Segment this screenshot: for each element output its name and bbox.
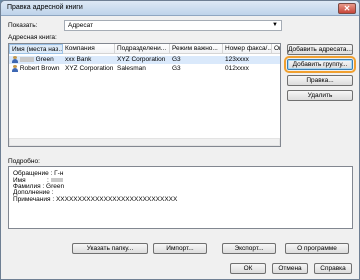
department-cell: Salesman bbox=[117, 65, 146, 72]
name-text: Green bbox=[35, 56, 54, 63]
help-button[interactable]: Справка bbox=[314, 263, 352, 274]
close-button[interactable]: ✕ bbox=[338, 3, 356, 14]
export-button[interactable]: Экспорт... bbox=[222, 243, 276, 254]
mode-cell: G3 bbox=[172, 56, 181, 63]
name-text: Robert Brown bbox=[19, 65, 60, 72]
details-label: Подробно: bbox=[8, 158, 40, 165]
department-cell: XYZ Corporation bbox=[117, 56, 166, 63]
detail-notes: Примечания : XXXXXXXXXXXXXXXXXXXXXXXXXXX… bbox=[13, 196, 178, 203]
fax-cell: 012xxxx bbox=[225, 65, 249, 72]
chevron-down-icon: ▼ bbox=[272, 22, 278, 28]
details-panel: Обращение : Г-н Имя : Фамилия : Green До… bbox=[8, 166, 353, 229]
horizontal-scrollbar[interactable] bbox=[9, 138, 280, 146]
fax-cell: 123xxxx bbox=[225, 56, 249, 63]
title-bar: Правка адресной книги ✕ bbox=[1, 1, 359, 16]
table-row[interactable]: Green xxx Bank XYZ Corporation G3 123xxx… bbox=[9, 56, 280, 64]
company-cell: xxx Bank bbox=[65, 56, 92, 63]
address-list[interactable]: Имя (места наз... Компания Подразделени.… bbox=[8, 43, 281, 147]
cancel-button[interactable]: Отмена bbox=[272, 263, 308, 274]
show-label: Показать: bbox=[8, 22, 38, 29]
column-header-company[interactable]: Компания bbox=[63, 44, 115, 54]
column-header-fax[interactable]: Номер факса/... bbox=[223, 44, 272, 54]
ok-button[interactable]: ОК bbox=[230, 263, 266, 274]
import-button[interactable]: Импорт... bbox=[153, 243, 207, 254]
column-header-description[interactable]: Опи bbox=[272, 44, 280, 54]
add-group-button[interactable]: Добавить группу... bbox=[287, 59, 353, 70]
mode-cell: G3 bbox=[172, 65, 181, 72]
company-cell: XYZ Corporation bbox=[65, 65, 114, 72]
column-header-department[interactable]: Подразделени... bbox=[115, 44, 170, 54]
column-header-mode[interactable]: Режим важно... bbox=[170, 44, 223, 54]
person-icon bbox=[12, 56, 18, 63]
show-select-value: Адресат bbox=[68, 22, 94, 29]
column-header-name[interactable]: Имя (места наз... bbox=[9, 44, 63, 54]
delete-button[interactable]: Удалить bbox=[287, 90, 353, 101]
name-cell: Green bbox=[12, 56, 54, 64]
name-cell: Robert Brown bbox=[12, 65, 60, 73]
edit-button[interactable]: Правка... bbox=[287, 75, 353, 86]
specify-folder-button[interactable]: Указать папку... bbox=[72, 243, 148, 254]
person-icon bbox=[12, 65, 18, 72]
show-select[interactable]: Адресат ▼ bbox=[64, 20, 282, 31]
window-title: Правка адресной книги bbox=[7, 4, 83, 11]
redacted-name bbox=[19, 56, 34, 62]
about-button[interactable]: О программе bbox=[285, 243, 349, 254]
address-book-dialog: Правка адресной книги ✕ Показать: Адреса… bbox=[0, 0, 360, 280]
table-row[interactable]: Robert Brown XYZ Corporation Salesman G3… bbox=[9, 65, 280, 73]
close-icon: ✕ bbox=[343, 4, 351, 13]
add-recipient-button[interactable]: Добавить адресата... bbox=[287, 44, 353, 55]
addressbook-label: Адресная книга: bbox=[8, 34, 57, 41]
